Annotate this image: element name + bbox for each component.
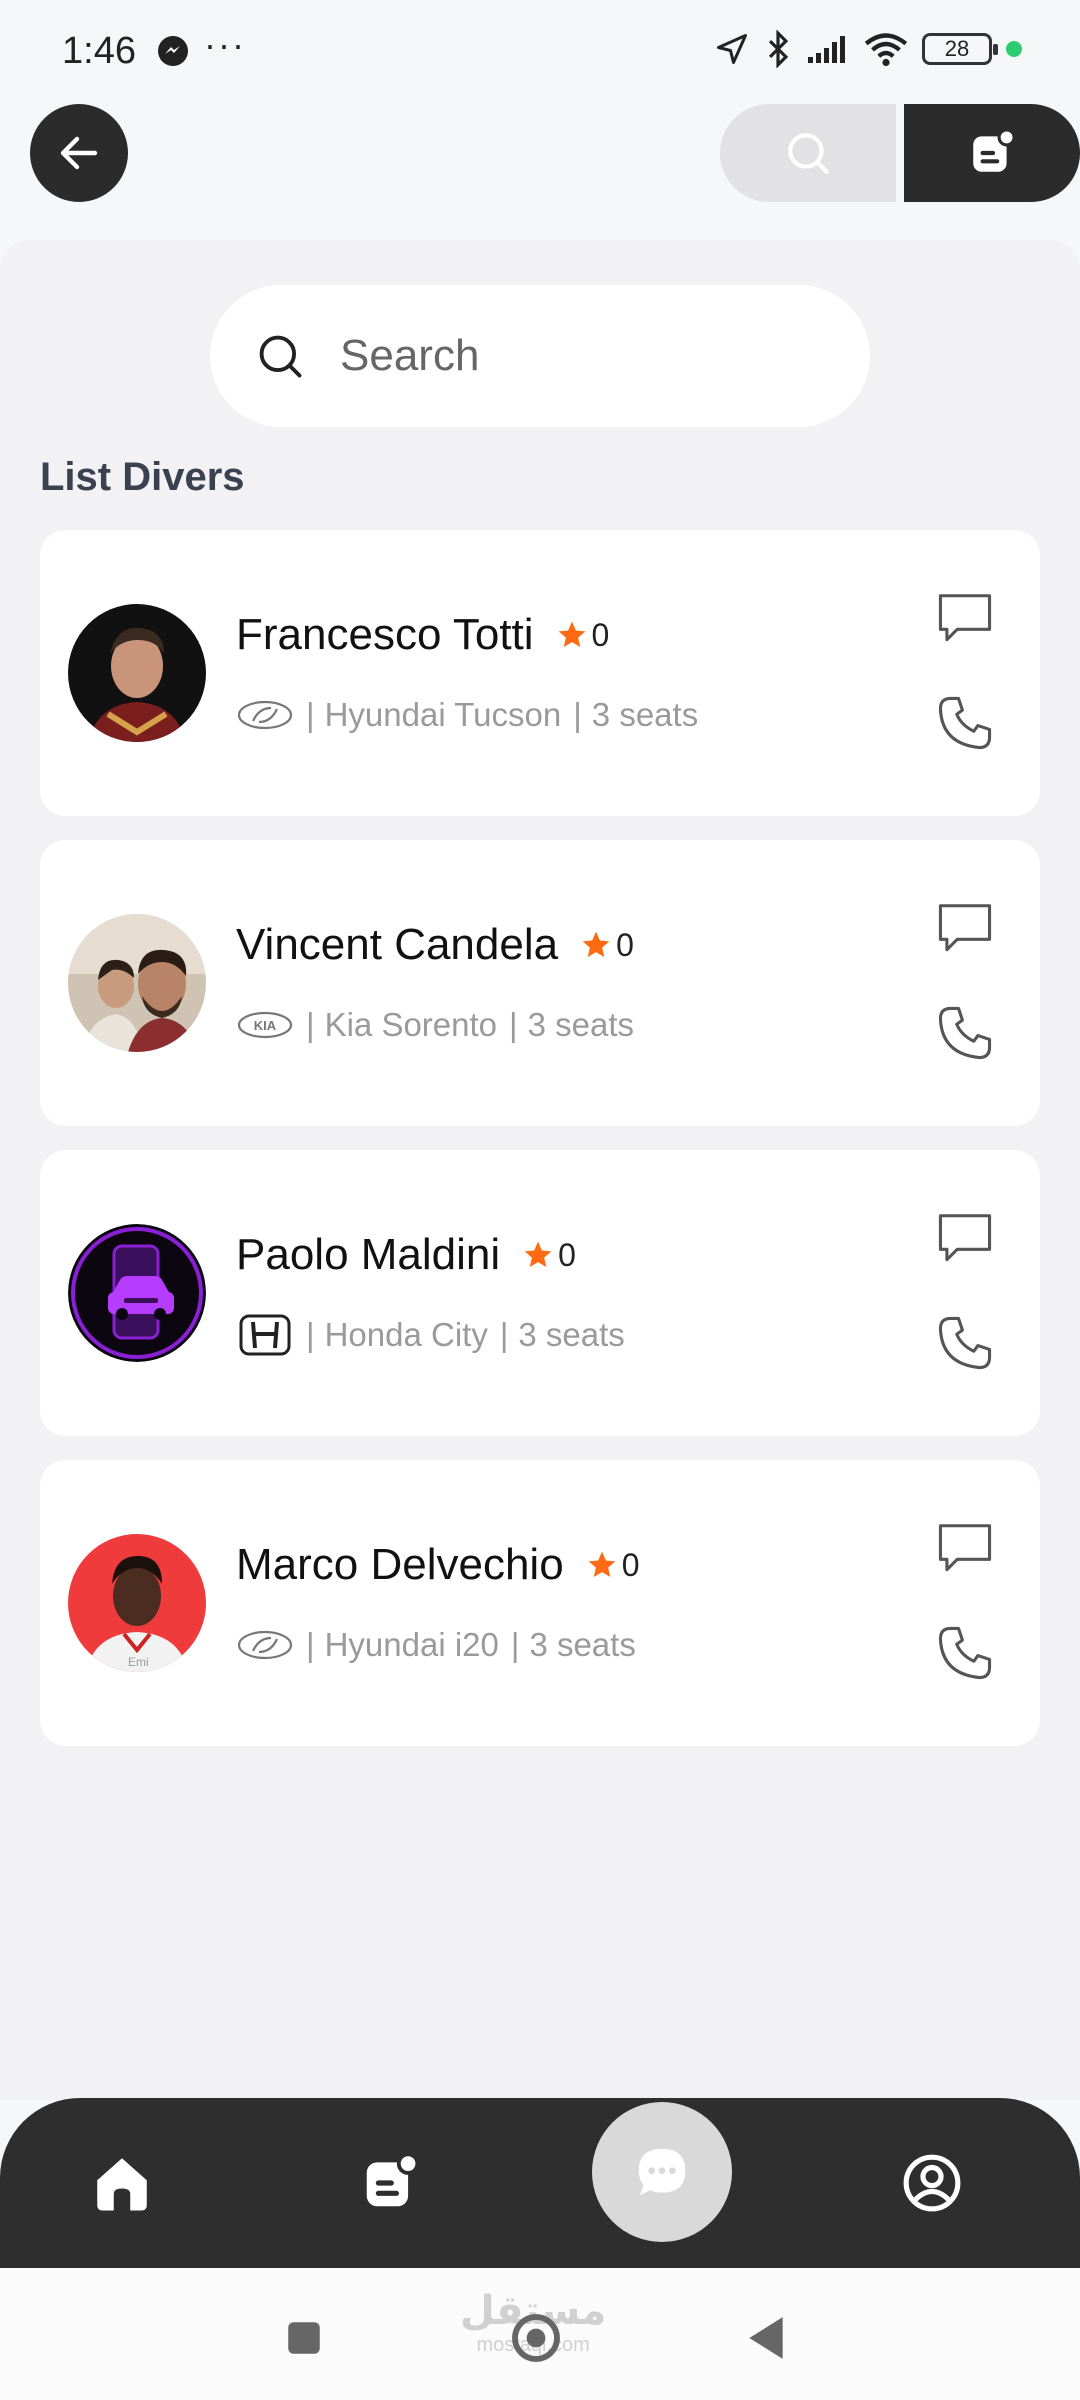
driver-card[interactable]: Vincent Candela 0 KIA | Kia Sorento | 3 … xyxy=(40,840,1040,1126)
status-bar: 1:46 ··· 28 xyxy=(0,0,1080,100)
status-time: 1:46 xyxy=(62,30,136,72)
driver-name: Vincent Candela xyxy=(236,920,559,969)
bottom-nav xyxy=(0,2098,1080,2268)
battery-indicator: 28 xyxy=(922,33,998,65)
chat-bubble-icon xyxy=(938,1214,992,1262)
driver-name: Paolo Maldini xyxy=(236,1230,501,1279)
separator: | xyxy=(306,696,315,733)
star-icon xyxy=(588,1551,616,1577)
nav-requests[interactable] xyxy=(320,2098,460,2268)
car-model: Kia Sorento xyxy=(324,1006,498,1043)
rating-value: 0 xyxy=(558,1236,576,1273)
system-navigation-bar: مستقل mostaql.com xyxy=(0,2268,1080,2400)
avatar: Emi xyxy=(68,1534,206,1672)
avatar xyxy=(68,914,206,1052)
honda-logo-icon xyxy=(236,1314,294,1356)
rating-value: 0 xyxy=(616,926,634,963)
driver-rating: 0 xyxy=(556,616,610,654)
seat-count: 3 seats xyxy=(591,696,699,733)
seat-count: 3 seats xyxy=(518,1316,625,1353)
separator: | xyxy=(509,1006,518,1043)
chat-bubble-icon xyxy=(938,904,992,952)
nav-home[interactable] xyxy=(52,2098,192,2268)
separator: | xyxy=(306,1006,315,1043)
driver-rating: 0 xyxy=(522,1237,576,1274)
driver-list: Francesco Totti 0 | Hyundai Tucson | 3 s… xyxy=(40,530,1040,1770)
driver-name: Francesco Totti xyxy=(236,610,534,659)
profile-icon xyxy=(903,2154,961,2212)
star-icon xyxy=(524,1241,552,1267)
chat-button[interactable] xyxy=(932,1516,998,1582)
header-search-button[interactable] xyxy=(720,104,896,202)
rating-value: 0 xyxy=(621,1546,640,1583)
separator: | xyxy=(306,1316,315,1353)
seat-count: 3 seats xyxy=(529,1626,636,1663)
driver-rating: 0 xyxy=(580,927,634,964)
nav-chat-active[interactable] xyxy=(592,2102,732,2242)
back-system-button[interactable] xyxy=(736,2308,796,2368)
svg-text:KIA: KIA xyxy=(254,1018,277,1033)
phone-icon xyxy=(938,1006,992,1060)
document-badge-icon xyxy=(973,128,1016,172)
square-icon xyxy=(288,2322,320,2354)
star-icon xyxy=(558,621,585,647)
phone-icon xyxy=(938,696,992,750)
privacy-indicator-dot xyxy=(1006,41,1022,57)
call-button[interactable] xyxy=(932,1310,998,1376)
search-icon xyxy=(788,133,829,174)
back-button[interactable] xyxy=(30,104,128,202)
hyundai-logo-icon xyxy=(236,699,294,731)
driver-name: Marco Delvechio xyxy=(236,1540,564,1589)
separator: | xyxy=(510,1626,520,1663)
chat-button[interactable] xyxy=(932,586,998,652)
bluetooth-icon xyxy=(768,30,789,68)
search-icon xyxy=(259,335,302,378)
driver-card[interactable]: Paolo Maldini 0 | Honda City | 3 seats xyxy=(40,1150,1040,1436)
chat-bubble-icon xyxy=(938,594,992,642)
signal-icon xyxy=(808,36,845,63)
car-model: Hyundai Tucson xyxy=(324,696,562,733)
messenger-icon xyxy=(158,36,188,66)
chat-button[interactable] xyxy=(932,896,998,962)
star-icon xyxy=(582,931,610,957)
seat-count: 3 seats xyxy=(527,1006,635,1043)
phone-icon xyxy=(938,1316,992,1370)
search-bar[interactable] xyxy=(210,285,870,427)
location-icon xyxy=(717,34,747,64)
driver-rating: 0 xyxy=(586,1546,640,1584)
driver-card[interactable]: Francesco Totti 0 | Hyundai Tucson | 3 s… xyxy=(40,530,1040,816)
section-title: List Divers xyxy=(40,455,245,499)
car-model: Hyundai i20 xyxy=(324,1626,499,1663)
separator: | xyxy=(306,1626,315,1663)
separator: | xyxy=(573,696,582,733)
nav-profile[interactable] xyxy=(862,2098,1002,2268)
avatar xyxy=(68,604,206,742)
kia-logo-icon: KIA xyxy=(236,1009,294,1041)
recent-apps-button[interactable] xyxy=(274,2308,334,2368)
search-input[interactable] xyxy=(340,331,820,381)
call-button[interactable] xyxy=(932,1620,998,1686)
header-requests-button[interactable] xyxy=(904,104,1080,202)
call-button[interactable] xyxy=(932,690,998,756)
separator: | xyxy=(499,1316,509,1353)
car-model: Honda City xyxy=(324,1316,488,1353)
chat-bubble-icon xyxy=(638,2148,686,2196)
home-system-button[interactable] xyxy=(506,2308,566,2368)
avatar xyxy=(68,1224,206,1362)
call-button[interactable] xyxy=(932,1000,998,1066)
chat-button[interactable] xyxy=(932,1206,998,1272)
document-badge-icon xyxy=(366,2152,420,2207)
home-icon xyxy=(97,2158,147,2211)
circle-home-icon xyxy=(512,2314,560,2362)
more-notifications: ··· xyxy=(204,24,246,65)
rating-value: 0 xyxy=(591,616,610,653)
arrow-left-icon xyxy=(60,136,98,170)
chat-bubble-icon xyxy=(938,1524,992,1572)
triangle-back-icon xyxy=(749,2317,783,2359)
driver-card[interactable]: Emi Marco Delvechio 0 | Hyundai i20 | 3 … xyxy=(40,1460,1040,1746)
phone-icon xyxy=(938,1626,992,1680)
wifi-icon xyxy=(864,33,908,67)
hyundai-logo-icon xyxy=(236,1629,294,1661)
svg-text:Emi: Emi xyxy=(128,1655,149,1669)
